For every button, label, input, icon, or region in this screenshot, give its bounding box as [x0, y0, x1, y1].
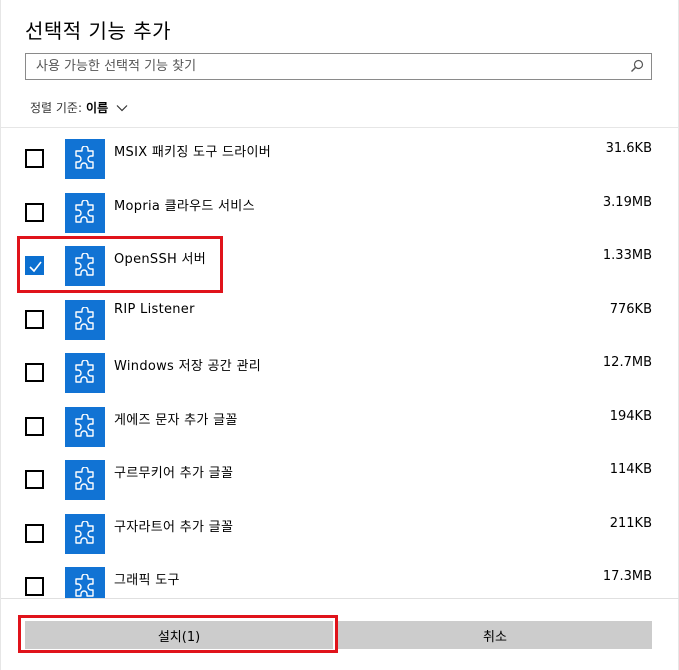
feature-row[interactable]: Mopria 클라우드 서비스 3.19MB [1, 182, 679, 235]
puzzle-piece-icon [65, 246, 105, 286]
feature-size: 3.19MB [602, 194, 652, 210]
dialog-title: 선택적 기능 추가 [25, 19, 172, 43]
puzzle-piece-icon [65, 299, 105, 340]
sort-label: 정렬 기준: [30, 101, 83, 115]
feature-row[interactable]: 그래픽 도구 17.3MB [1, 556, 679, 598]
search-icon[interactable] [630, 59, 644, 73]
feature-size: 211KB [609, 515, 652, 531]
cancel-button[interactable]: 취소 [338, 621, 652, 649]
install-button[interactable]: 설치(1) [25, 621, 333, 649]
feature-size: 1.33MB [602, 248, 652, 263]
feature-row[interactable]: 게에즈 문자 추가 글꼴 194KB [1, 396, 679, 449]
feature-row[interactable]: RIP Listener 776KB [1, 289, 679, 342]
puzzle-piece-icon [65, 406, 105, 447]
feature-checkbox[interactable] [25, 309, 44, 329]
feature-name: OpenSSH 서버 [114, 252, 207, 267]
feature-size: 12.7MB [602, 355, 652, 370]
puzzle-piece-icon [65, 513, 105, 554]
add-optional-feature-dialog: 선택적 기능 추가 정렬 기준: 이름 MSIX 패키징 도구 드라이버 31.6… [0, 0, 679, 670]
feature-row[interactable]: OpenSSH 서버 1.33MB [1, 235, 679, 288]
feature-row[interactable]: MSIX 패키징 도구 드라이버 31.6KB [1, 128, 679, 181]
feature-name: RIP Listener [114, 301, 195, 317]
feature-checkbox[interactable] [25, 577, 44, 596]
feature-size: 194KB [609, 408, 652, 424]
puzzle-piece-icon [65, 460, 105, 500]
sort-dropdown[interactable]: 정렬 기준: 이름 [30, 99, 128, 116]
puzzle-piece-icon [65, 353, 105, 393]
feature-name: Windows 저장 공간 관리 [114, 359, 261, 374]
feature-size: 31.6KB [605, 141, 652, 156]
feature-list[interactable]: MSIX 패키징 도구 드라이버 31.6KB Mopria 클라우드 서비스 3.1… [1, 128, 679, 598]
puzzle-piece-icon [65, 567, 105, 598]
sort-value: 이름 [86, 101, 109, 115]
feature-checkbox[interactable] [25, 416, 44, 436]
feature-size: 776KB [609, 301, 652, 317]
feature-name: 구르무키어 추가 글꼴 [114, 466, 234, 481]
feature-checkbox[interactable] [25, 202, 44, 222]
feature-name: 그래픽 도구 [114, 573, 180, 588]
chevron-down-icon [116, 104, 128, 111]
feature-name: 구자라트어 추가 글꼴 [114, 519, 234, 535]
search-box[interactable] [25, 53, 652, 80]
feature-checkbox[interactable] [25, 256, 44, 275]
feature-size: 17.3MB [602, 569, 652, 584]
feature-row[interactable]: Windows 저장 공간 관리 12.7MB [1, 342, 679, 395]
feature-checkbox[interactable] [25, 470, 44, 489]
divider [1, 598, 679, 599]
feature-name: Mopria 클라우드 서비스 [114, 198, 255, 214]
feature-row[interactable]: 구르무키어 추가 글꼴 114KB [1, 449, 679, 502]
puzzle-piece-icon [65, 139, 105, 179]
feature-checkbox[interactable] [25, 149, 44, 168]
feature-checkbox[interactable] [25, 363, 44, 382]
feature-name: 게에즈 문자 추가 글꼴 [114, 412, 238, 428]
puzzle-piece-icon [65, 192, 105, 233]
feature-name: MSIX 패키징 도구 드라이버 [114, 145, 272, 160]
feature-size: 114KB [609, 462, 652, 477]
feature-checkbox[interactable] [25, 523, 44, 543]
checkmark-icon [29, 261, 42, 273]
feature-row[interactable]: 구자라트어 추가 글꼴 211KB [1, 503, 679, 556]
search-input[interactable] [26, 54, 626, 79]
